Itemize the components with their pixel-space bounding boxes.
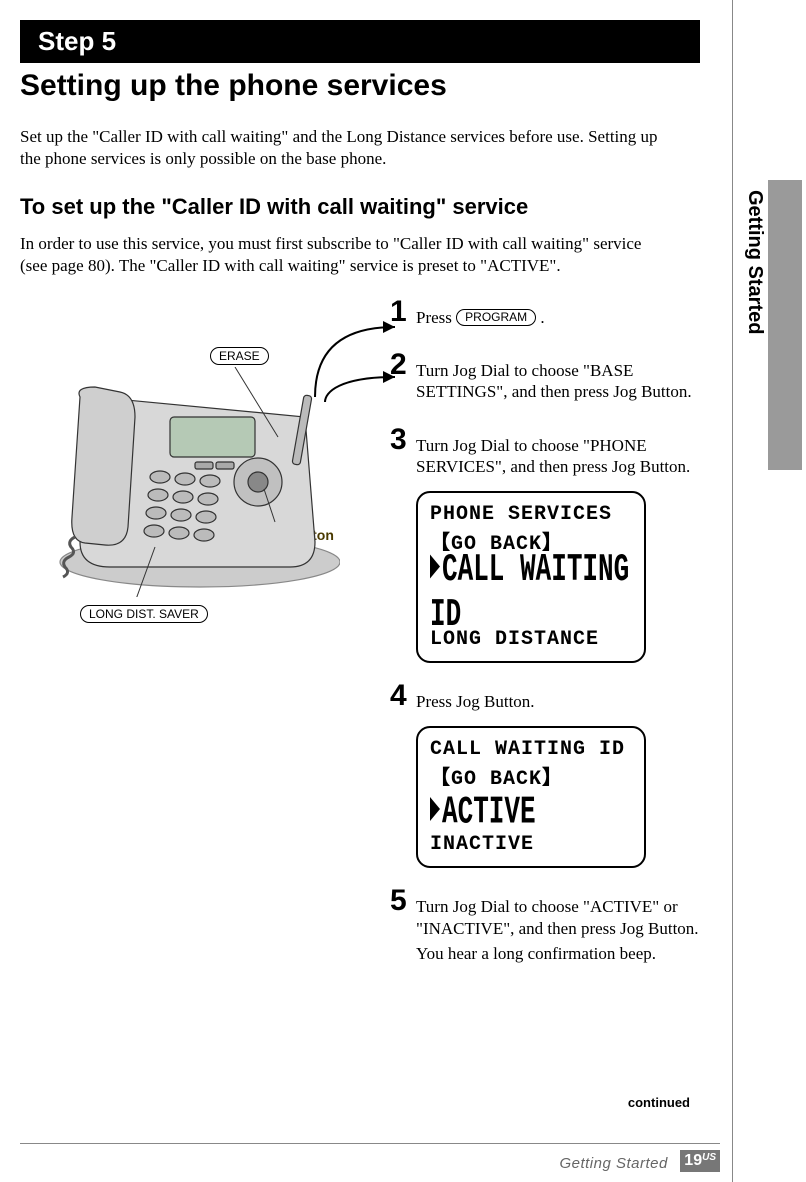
long-dist-label-pill: LONG DIST. SAVER [80,605,208,623]
lcd-display-2: CALL WAITING ID 【GO BACK】 ACTIVE INACTIV… [416,726,646,868]
step-number: 5 [390,886,416,916]
step-5-text-2: You hear a long confirmation beep. [416,943,700,964]
step-number: 4 [390,681,416,711]
step-1-text-before: Press [416,308,456,327]
lcd-line: 【GO BACK】 [430,761,632,791]
steps-column: 1 Press PROGRAM . 2 T [390,297,700,986]
page-title: Setting up the phone services [20,69,720,102]
intro-paragraph: Set up the "Caller ID with call waiting"… [20,126,660,170]
section-tab-bg [768,180,802,470]
sub-intro-paragraph: In order to use this service, you must f… [20,233,660,277]
step-3-text: Turn Jog Dial to choose "PHONE SERVICES"… [416,435,700,478]
lcd-selected-line: CALL WAITING ID [430,547,629,637]
lcd-line: CALL WAITING ID [430,738,632,761]
page-region: US [702,1152,716,1163]
step-2: 2 Turn Jog Dial to choose "BASE SETTINGS… [390,350,700,407]
step-1: 1 Press PROGRAM . [390,297,700,332]
lcd-line: INACTIVE [430,833,632,856]
section-tab-label: Getting Started [743,190,766,334]
step-5-text: Turn Jog Dial to choose "ACTIVE" or "INA… [416,896,700,939]
step-1-text-after: . [540,308,544,327]
sub-heading: To set up the "Caller ID with call waiti… [20,194,720,220]
lcd-selected-line: ACTIVE [442,790,536,835]
page-number: 19US [680,1150,720,1172]
selection-arrow-icon [430,797,440,821]
footer-section-name: Getting Started [559,1155,667,1172]
phone-illustration [40,367,340,597]
lcd-line: PHONE SERVICES [430,503,632,526]
selection-arrow-icon [430,555,440,579]
step-2-text: Turn Jog Dial to choose "BASE SETTINGS",… [416,360,700,403]
right-sidebar: Getting Started [732,0,802,1182]
continued-label: continued [628,1095,690,1110]
illustration-column: ERASE LONG DIST. SAVER Jog Button [20,297,390,986]
step-3: 3 Turn Jog Dial to choose "PHONE SERVICE… [390,425,700,664]
page-footer: Getting Started 19US [20,1143,720,1172]
lcd-display-1: PHONE SERVICES 【GO BACK】 CALL WAITING ID… [416,491,646,663]
page-number-value: 19 [684,1152,702,1169]
program-button-pill: PROGRAM [456,309,536,326]
step-4: 4 Press Jog Button. CALL WAITING ID 【GO … [390,681,700,868]
step-bar: Step 5 [20,20,700,63]
step-4-text: Press Jog Button. [416,691,535,712]
step-5: 5 Turn Jog Dial to choose "ACTIVE" or "I… [390,886,700,968]
